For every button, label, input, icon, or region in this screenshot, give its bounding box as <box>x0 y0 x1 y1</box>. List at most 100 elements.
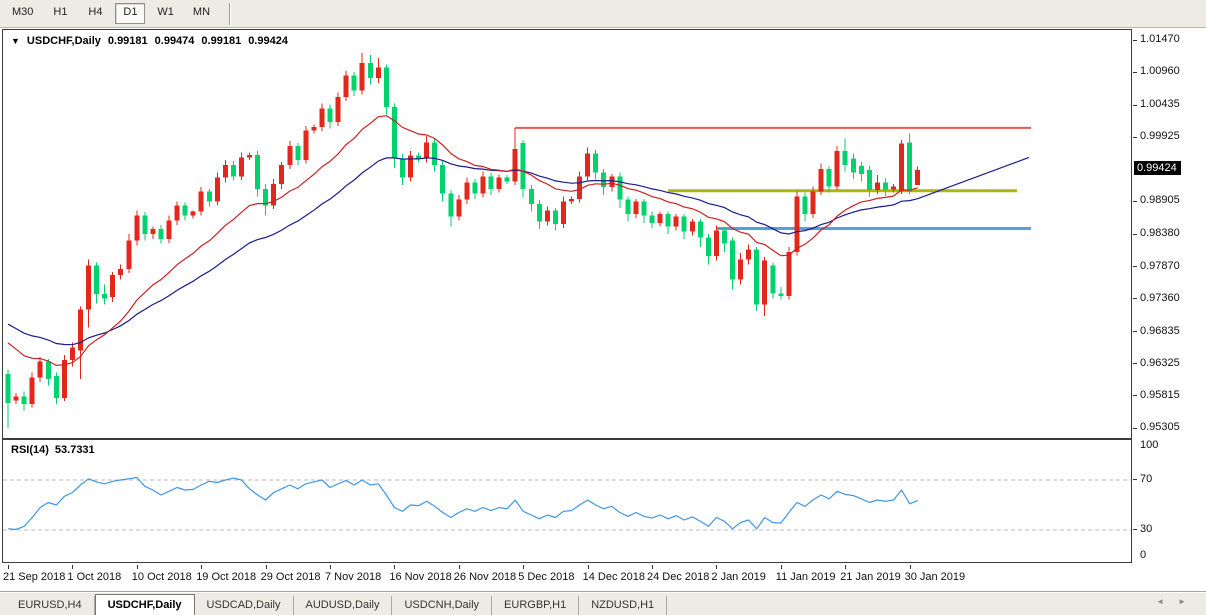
rsi-value: 53.7331 <box>55 444 95 456</box>
ohlc-low: 0.99181 <box>201 35 241 47</box>
collapse-triangle-icon[interactable]: ▼ <box>11 36 20 46</box>
tab-audusd-daily[interactable]: AUDUSD,Daily <box>294 596 393 615</box>
candles <box>6 53 921 428</box>
price-axis-label: 0.98380 <box>1140 227 1180 239</box>
price-axis-tick <box>1133 234 1137 235</box>
date-axis-label: 5 Dec 2018 <box>518 571 574 583</box>
price-axis[interactable]: 1.01470 1.00960 1.00435 0.99925 0.98905 0.983… <box>1133 29 1205 439</box>
price-axis-label: 0.96325 <box>1140 357 1180 369</box>
price-axis-label: 0.99925 <box>1140 130 1180 142</box>
rsi-chart-canvas[interactable] <box>3 440 1131 562</box>
rsi-axis-label: 70 <box>1140 473 1152 485</box>
date-axis-label: 16 Nov 2018 <box>389 571 451 583</box>
price-axis-tick <box>1133 105 1137 106</box>
ohlc-close: 0.99424 <box>248 35 288 47</box>
price-axis-tick <box>1133 40 1137 41</box>
price-axis-tick <box>1133 72 1137 73</box>
price-axis-tick <box>1133 201 1137 202</box>
date-axis-tick <box>201 565 202 569</box>
date-axis-tick <box>459 565 460 569</box>
price-axis-label: 0.97360 <box>1140 292 1180 304</box>
ohlc-high: 0.99474 <box>155 35 195 47</box>
date-axis-label: 2 Jan 2019 <box>711 571 765 583</box>
ohlc-open: 0.99181 <box>108 35 148 47</box>
toolbar-separator <box>229 3 231 25</box>
rsi-indicator-label: RSI(14) 53.7331 <box>11 444 95 456</box>
date-axis-label: 30 Jan 2019 <box>905 571 966 583</box>
date-axis-label: 26 Nov 2018 <box>454 571 516 583</box>
date-axis-label: 11 Jan 2019 <box>776 571 836 583</box>
timeframe-button-d1[interactable]: D1 <box>115 3 145 24</box>
rsi-axis-label: 0 <box>1140 549 1146 561</box>
date-axis-tick <box>330 565 331 569</box>
tab-usdchf-daily[interactable]: USDCHF,Daily <box>95 594 195 615</box>
date-axis-tick <box>72 565 73 569</box>
tab-eurgbp-h1[interactable]: EURGBP,H1 <box>492 596 579 615</box>
price-axis-label: 1.00435 <box>1140 98 1180 110</box>
price-axis-label: 0.98905 <box>1140 194 1180 206</box>
price-axis-tick <box>1133 298 1137 299</box>
timeframe-toolbar: M30H1H4D1W1MN <box>0 0 1206 28</box>
date-axis-label: 19 Oct 2018 <box>196 571 256 583</box>
price-axis-tick <box>1133 395 1137 396</box>
tab-usdcad-daily[interactable]: USDCAD,Daily <box>195 596 294 615</box>
price-axis-tick <box>1133 266 1137 267</box>
date-axis-label: 29 Oct 2018 <box>261 571 321 583</box>
date-axis-tick <box>910 565 911 569</box>
tab-scroll-arrows: ◄► <box>1156 597 1200 606</box>
timeframe-button-m30[interactable]: M30 <box>5 3 40 24</box>
chart-symbol-label: USDCHF,Daily <box>27 35 101 47</box>
date-axis-tick <box>137 565 138 569</box>
rsi-line <box>8 478 918 530</box>
rsi-axis-tick <box>1133 529 1137 530</box>
price-axis-tick <box>1133 137 1137 138</box>
rsi-axis[interactable]: 10070300 <box>1133 439 1205 563</box>
timeframe-button-h4[interactable]: H4 <box>80 3 110 24</box>
tab-scroll-right-icon[interactable]: ► <box>1178 597 1200 606</box>
symbol-tab-bar: EURUSD,H4USDCHF,DailyUSDCAD,DailyAUDUSD,… <box>0 592 1206 615</box>
date-axis-tick <box>716 565 717 569</box>
date-axis-label: 14 Dec 2018 <box>583 571 645 583</box>
date-axis-label: 10 Oct 2018 <box>132 571 192 583</box>
tab-nzdusd-h1[interactable]: NZDUSD,H1 <box>579 596 667 615</box>
timeframe-button-mn[interactable]: MN <box>186 3 217 24</box>
chart-title: ▼ USDCHF,Daily 0.99181 0.99474 0.99181 0.9942… <box>11 35 288 47</box>
rsi-indicator-panel[interactable]: RSI(14) 53.7331 <box>2 439 1132 563</box>
date-axis-label: 21 Jan 2019 <box>840 571 901 583</box>
price-axis-label: 0.97870 <box>1140 260 1180 272</box>
current-price-tag: 0.99424 <box>1134 161 1181 175</box>
date-axis-tick <box>845 565 846 569</box>
date-axis-label: 24 Dec 2018 <box>647 571 709 583</box>
fast-ma-line <box>8 116 918 366</box>
tab-scroll-left-icon[interactable]: ◄ <box>1156 597 1178 606</box>
price-chart-panel[interactable]: ▼ USDCHF,Daily 0.99181 0.99474 0.99181 0.9942… <box>2 29 1132 439</box>
rsi-axis-tick <box>1133 479 1137 480</box>
price-axis-tick <box>1133 331 1137 332</box>
date-axis-tick <box>652 565 653 569</box>
tab-eurusd-h4[interactable]: EURUSD,H4 <box>6 596 95 615</box>
date-axis-label: 7 Nov 2018 <box>325 571 381 583</box>
slow-ma-line <box>8 158 918 345</box>
timeframe-button-w1[interactable]: W1 <box>150 3 181 24</box>
price-axis-tick <box>1133 428 1137 429</box>
tab-usdcnh-daily[interactable]: USDCNH,Daily <box>392 596 492 615</box>
date-axis-tick <box>523 565 524 569</box>
date-axis-tick <box>588 565 589 569</box>
rsi-name: RSI(14) <box>11 444 49 456</box>
timeframe-button-h1[interactable]: H1 <box>45 3 75 24</box>
price-axis-label: 1.01470 <box>1140 33 1180 45</box>
date-axis-tick <box>394 565 395 569</box>
price-axis-label: 0.95815 <box>1140 389 1180 401</box>
rsi-axis-label: 30 <box>1140 523 1152 535</box>
candlestick-chart-canvas[interactable] <box>3 30 1131 438</box>
date-axis-label: 21 Sep 2018 <box>3 571 65 583</box>
date-axis-tick <box>781 565 782 569</box>
price-axis-tick <box>1133 363 1137 364</box>
price-axis-label: 0.95305 <box>1140 421 1180 433</box>
date-axis-tick <box>8 565 9 569</box>
date-axis[interactable]: 21 Sep 20181 Oct 2018 10 Oct 2018 19 Oct 2… <box>2 565 1133 591</box>
date-axis-label: 1 Oct 2018 <box>67 571 121 583</box>
date-axis-tick <box>266 565 267 569</box>
annotation-trendline[interactable] <box>918 157 1029 198</box>
price-axis-label: 1.00960 <box>1140 65 1180 77</box>
